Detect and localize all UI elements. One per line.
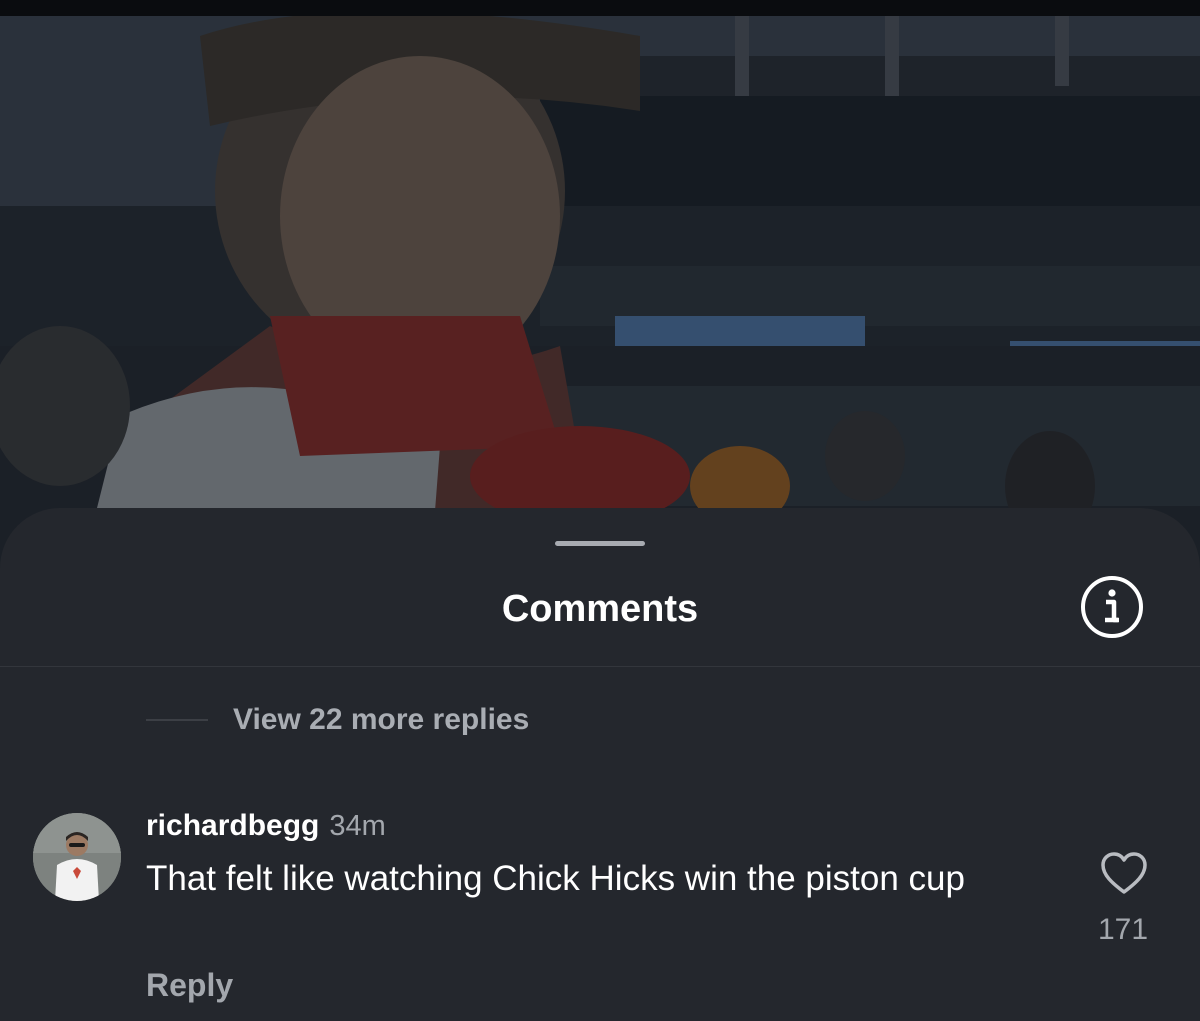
like-button[interactable] — [1099, 850, 1149, 896]
status-bar — [0, 0, 1200, 16]
like-count: 171 — [1097, 913, 1149, 946]
thread-line — [146, 719, 208, 721]
sheet-grab-handle[interactable] — [555, 541, 645, 546]
avatar[interactable] — [33, 813, 121, 901]
comments-sheet: Comments View 22 more replies richardbeg… — [0, 508, 1200, 1021]
sheet-title: Comments — [501, 588, 699, 630]
comment-timestamp: 34m — [329, 810, 386, 842]
reply-button[interactable]: Reply — [146, 967, 233, 1004]
header-divider — [0, 666, 1200, 667]
comment-header: richardbegg 34m — [146, 809, 386, 849]
comment-username[interactable]: richardbegg — [146, 809, 319, 843]
comment-text: That felt like watching Chick Hicks win … — [146, 859, 965, 898]
reel-comments-screen: Comments View 22 more replies richardbeg… — [0, 0, 1200, 1021]
info-circle-icon — [1081, 576, 1143, 638]
video-frame-illustration — [0, 16, 1200, 576]
heart-outline-icon — [1101, 852, 1147, 894]
info-button[interactable] — [1080, 575, 1144, 639]
view-more-replies-button[interactable]: View 22 more replies — [146, 698, 529, 742]
avatar-photo — [33, 813, 121, 901]
video-background[interactable] — [0, 16, 1200, 576]
view-more-replies-label: View 22 more replies — [233, 703, 530, 736]
